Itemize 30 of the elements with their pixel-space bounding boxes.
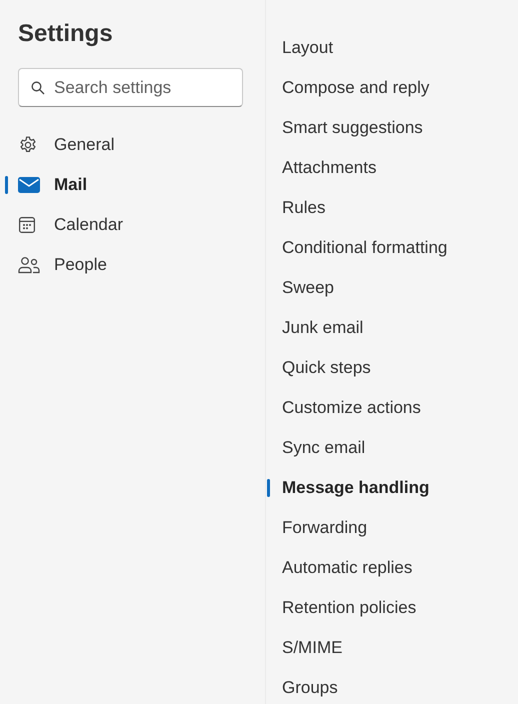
section-item[interactable]: Junk email [266,308,518,348]
section-item[interactable]: Forwarding [266,508,518,548]
section-item[interactable]: Message handling [266,468,518,508]
selection-indicator [267,479,270,497]
category-item[interactable]: General [18,125,247,165]
section-item[interactable]: Automatic replies [266,548,518,588]
section-item[interactable]: Attachments [266,148,518,188]
gear-icon [18,135,38,155]
calendar-icon [18,216,36,234]
section-item[interactable]: Smart suggestions [266,108,518,148]
section-item[interactable]: Sync email [266,428,518,468]
settings-title: Settings [18,20,114,48]
section-item[interactable]: Groups [266,668,518,704]
section-item[interactable]: Conditional formatting [266,228,518,268]
selection-indicator [5,176,8,194]
people-icon [18,256,40,274]
section-item[interactable]: Quick steps [266,348,518,388]
category-item[interactable]: Calendar [18,205,247,245]
section-item[interactable]: Customize actions [266,388,518,428]
section-item[interactable]: Layout [266,28,518,68]
section-item[interactable]: Sweep [266,268,518,308]
search-field[interactable]: Search settings [18,68,243,107]
mail-icon [18,176,40,194]
category-item[interactable]: Mail [18,165,247,205]
category-item[interactable]: People [18,245,247,285]
section-item[interactable]: Rules [266,188,518,228]
search-icon [31,81,45,95]
section-item[interactable]: Compose and reply [266,68,518,108]
section-item[interactable]: S/MIME [266,628,518,668]
section-item[interactable]: Retention policies [266,588,518,628]
